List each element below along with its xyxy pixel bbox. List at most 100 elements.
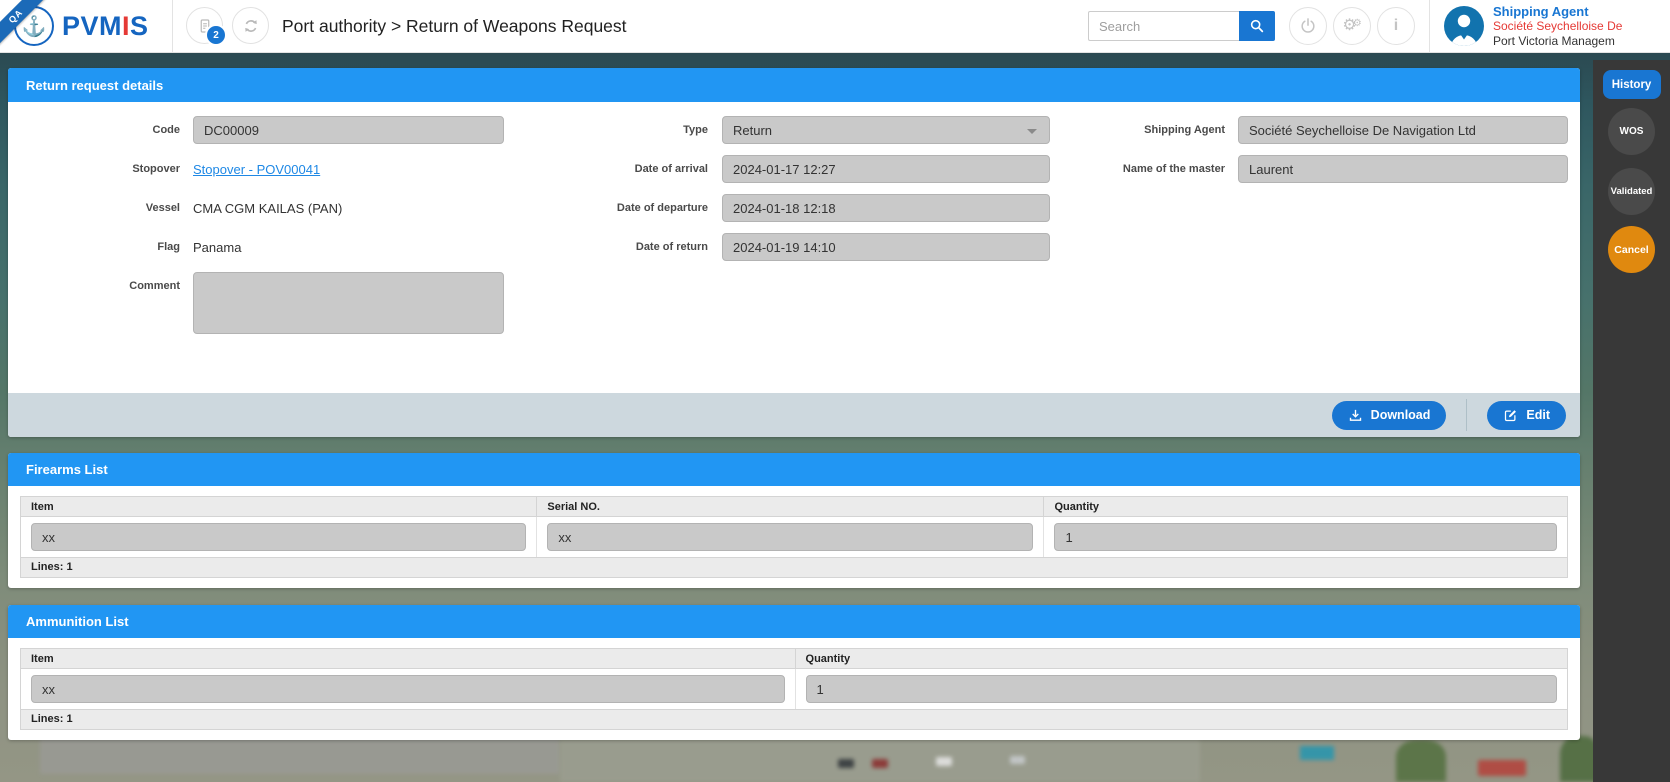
details-footer: Download Edit <box>8 393 1580 437</box>
item-cell <box>21 669 796 709</box>
shipping-agent-row: Shipping Agent <box>1050 116 1570 144</box>
ammunition-list-body: Item Quantity Lines: 1 <box>8 638 1580 740</box>
type-value: Return <box>733 123 772 138</box>
edit-button[interactable]: Edit <box>1487 401 1566 430</box>
app-logo-text: PVMIS <box>62 6 149 46</box>
date-of-departure-row: Date of departure <box>564 194 1064 222</box>
ammunition-quantity-field[interactable] <box>806 675 1557 703</box>
search-input[interactable] <box>1088 11 1239 41</box>
ammunition-table-header: Item Quantity <box>21 649 1567 669</box>
wos-button[interactable]: WOS <box>1608 108 1655 155</box>
edit-label: Edit <box>1526 408 1550 422</box>
column-header-quantity: Quantity <box>796 649 1567 668</box>
search-icon <box>1249 18 1265 34</box>
column-header-serial: Serial NO. <box>537 497 1044 516</box>
details-panel-title: Return request details <box>8 68 1580 102</box>
search-button[interactable] <box>1239 11 1275 41</box>
history-button[interactable]: History <box>1603 70 1661 99</box>
download-button[interactable]: Download <box>1332 401 1447 430</box>
settings-button[interactable]: ⚙⚙ <box>1333 7 1371 45</box>
ammunition-lines-count: Lines: 1 <box>21 709 1567 729</box>
details-column-left: Code Stopover Stopover - POV00041 Vessel… <box>20 116 520 345</box>
car-gray <box>1010 756 1025 764</box>
return-request-details-panel: Return request details Code Stopover Sto… <box>8 68 1580 437</box>
breadcrumb: Port authority > Return of Weapons Reque… <box>282 0 627 52</box>
info-button[interactable]: i <box>1377 7 1415 45</box>
logo-part-red: I <box>122 11 130 41</box>
chevron-down-icon <box>1027 129 1037 134</box>
master-field[interactable] <box>1238 155 1568 183</box>
firearms-list-title: Firearms List <box>8 453 1580 486</box>
table-row <box>21 669 1567 709</box>
header-right-cluster: ⚙⚙ i Shipping Agent Socié <box>1088 0 1622 52</box>
car-red <box>872 759 888 768</box>
details-form: Code Stopover Stopover - POV00041 Vessel… <box>8 102 1580 393</box>
firearm-serial-field[interactable] <box>547 523 1033 551</box>
ammunition-item-field[interactable] <box>31 675 785 703</box>
vessel-value: CMA CGM KAILAS (PAN) <box>193 201 342 216</box>
logo-part-blue2: S <box>130 11 149 41</box>
type-select[interactable]: Return <box>722 116 1050 144</box>
firearm-item-field[interactable] <box>31 523 526 551</box>
refresh-button[interactable] <box>232 7 269 44</box>
flag-label: Flag <box>20 241 180 253</box>
car-dark <box>838 759 854 768</box>
flag-row: Flag Panama <box>20 233 520 261</box>
vessel-label: Vessel <box>20 202 180 214</box>
shipping-agent-field[interactable] <box>1238 116 1568 144</box>
date-of-arrival-label: Date of arrival <box>564 163 708 175</box>
gears-icon: ⚙⚙ <box>1342 18 1361 34</box>
download-label: Download <box>1371 408 1431 422</box>
avatar <box>1444 6 1484 46</box>
master-label: Name of the master <box>1050 163 1225 175</box>
shipping-agent-label: Shipping Agent <box>1050 124 1225 136</box>
table-row <box>21 517 1567 557</box>
user-company: Société Seychelloise De <box>1493 19 1622 34</box>
header-divider <box>172 0 173 52</box>
user-divider <box>1429 0 1430 52</box>
master-row: Name of the master <box>1050 155 1570 183</box>
containers-teal <box>1300 746 1334 760</box>
vessel-row: Vessel CMA CGM KAILAS (PAN) <box>20 194 520 222</box>
refresh-icon <box>241 16 261 36</box>
stopover-label: Stopover <box>20 163 180 175</box>
quantity-cell <box>1044 517 1567 557</box>
firearms-lines-count: Lines: 1 <box>21 557 1567 577</box>
serial-cell <box>537 517 1044 557</box>
item-cell <box>21 517 537 557</box>
trees-green <box>1396 740 1446 782</box>
app-logo[interactable]: ⚓ PVMIS <box>14 6 149 46</box>
notification-badge: 2 <box>205 24 227 46</box>
column-header-item: Item <box>21 497 537 516</box>
firearm-quantity-field[interactable] <box>1054 523 1557 551</box>
comment-row: Comment <box>20 272 520 334</box>
logout-button[interactable] <box>1289 7 1327 45</box>
car-white <box>936 757 952 766</box>
date-of-arrival-field[interactable] <box>722 155 1050 183</box>
ammunition-list-title: Ammunition List <box>8 605 1580 638</box>
footer-divider <box>1466 399 1467 431</box>
ammunition-list-panel: Ammunition List Item Quantity Lines: 1 <box>8 605 1580 740</box>
action-sidebar: History WOS Validated Cancel <box>1593 60 1670 782</box>
documents-button[interactable]: 2 <box>186 7 223 44</box>
date-of-return-field[interactable] <box>722 233 1050 261</box>
validated-button[interactable]: Validated <box>1608 168 1655 215</box>
warehouse-roof <box>40 734 560 774</box>
download-icon <box>1348 408 1363 423</box>
date-of-return-label: Date of return <box>564 241 708 253</box>
user-block[interactable]: Shipping Agent Société Seychelloise De P… <box>1444 4 1622 49</box>
code-field[interactable] <box>193 116 504 144</box>
date-of-departure-field[interactable] <box>722 194 1050 222</box>
search-group <box>1088 11 1275 41</box>
cancel-button[interactable]: Cancel <box>1608 226 1655 273</box>
firearms-table-header: Item Serial NO. Quantity <box>21 497 1567 517</box>
user-text: Shipping Agent Société Seychelloise De P… <box>1493 4 1622 49</box>
comment-field[interactable] <box>193 272 504 334</box>
stopover-link[interactable]: Stopover - POV00041 <box>193 162 320 177</box>
date-of-departure-label: Date of departure <box>564 202 708 214</box>
type-row: Type Return <box>564 116 1064 144</box>
quantity-cell <box>796 669 1567 709</box>
details-column-right: Shipping Agent Name of the master <box>1050 116 1570 194</box>
power-icon <box>1298 16 1318 36</box>
column-header-item: Item <box>21 649 796 668</box>
